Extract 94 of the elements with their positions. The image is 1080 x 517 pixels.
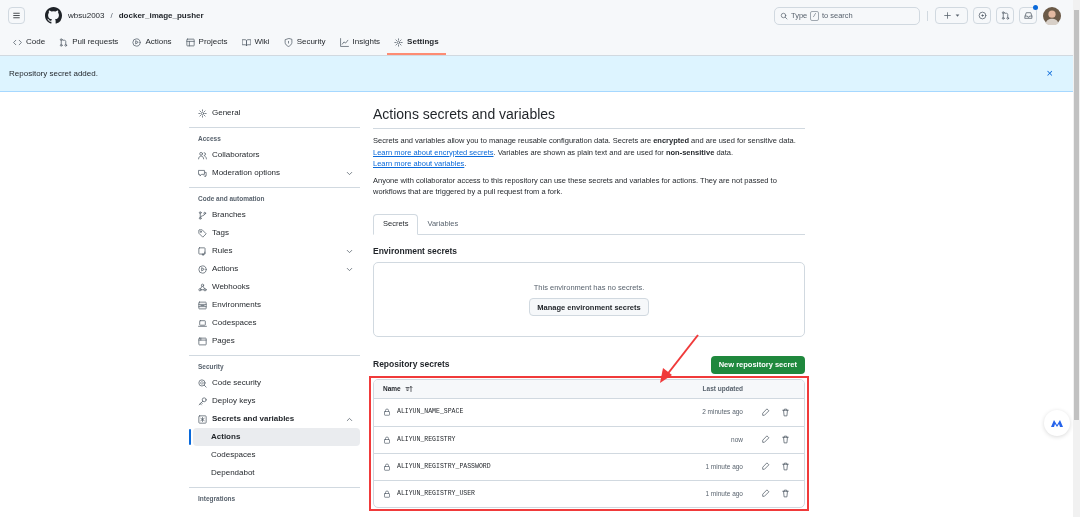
codescan-icon	[198, 378, 207, 388]
issues-button[interactable]	[973, 7, 991, 24]
menu-icon	[12, 11, 21, 20]
rules-icon	[198, 246, 207, 256]
sort-icon	[404, 384, 413, 393]
repo-tab[interactable]: Wiki	[234, 31, 277, 55]
issue-icon	[977, 11, 987, 20]
sidebar-item[interactable]: Secrets and variables	[193, 410, 360, 428]
plus-icon	[943, 11, 952, 20]
pull-request-icon	[1000, 11, 1010, 20]
delete-button[interactable]	[780, 434, 790, 445]
line-graph-icon	[339, 37, 349, 47]
pull-request-icon	[59, 37, 69, 47]
play-circle-icon	[132, 37, 142, 47]
sidebar-item[interactable]: Actions	[193, 260, 360, 278]
sidebar-item[interactable]: Moderation options	[193, 164, 360, 182]
edit-button[interactable]	[760, 407, 770, 417]
inbox-button[interactable]	[1019, 7, 1037, 24]
path-separator: /	[110, 9, 113, 22]
trash-icon	[780, 462, 790, 471]
menu-button[interactable]	[8, 7, 25, 24]
sidebar-item[interactable]: Branches	[193, 206, 360, 224]
pencil-icon	[760, 407, 770, 417]
comment-icon	[198, 168, 207, 178]
settings-icon	[394, 37, 404, 47]
lock-icon	[383, 489, 391, 498]
sidebar-item[interactable]: Codespaces	[193, 314, 360, 332]
page-title: Actions secrets and variables	[373, 104, 805, 129]
table-icon	[185, 37, 195, 47]
create-menu-button[interactable]	[935, 7, 968, 24]
people-icon	[198, 150, 207, 160]
edit-button[interactable]	[760, 461, 770, 472]
edit-button[interactable]	[760, 434, 770, 445]
sidebar-item[interactable]: Collaborators	[193, 146, 360, 164]
lock-icon	[383, 435, 391, 444]
pencil-icon	[760, 435, 770, 444]
delete-button[interactable]	[780, 461, 790, 472]
branch-icon	[198, 210, 207, 220]
pencil-icon	[760, 462, 770, 471]
repo-tab[interactable]: Security	[276, 31, 333, 55]
sidebar-item[interactable]: Dependabot	[193, 464, 360, 482]
sidebar-item[interactable]: Codespaces	[193, 446, 360, 464]
inbox-icon	[1023, 11, 1033, 20]
shield-icon	[283, 37, 293, 47]
edit-button[interactable]	[760, 488, 770, 499]
sidebar-item[interactable]: Rules	[193, 242, 360, 260]
repo-link[interactable]: docker_image_pusher	[118, 9, 204, 22]
delete-button[interactable]	[780, 488, 790, 499]
trash-icon	[780, 435, 790, 444]
close-button[interactable]: ×	[1046, 68, 1053, 79]
repo-tab[interactable]: Insights	[332, 31, 388, 55]
tag-icon	[198, 228, 207, 238]
sidebar-item[interactable]: Tags	[193, 224, 360, 242]
section-heading: Repository secrets	[373, 358, 450, 371]
browser-icon	[198, 336, 207, 346]
pull-requests-button[interactable]	[996, 7, 1014, 24]
lock-icon	[383, 408, 391, 416]
annotation-arrow	[658, 334, 700, 384]
repo-tab[interactable]: Code	[6, 31, 53, 55]
repo-tab[interactable]: Pull requests	[52, 31, 126, 55]
mountain-icon	[1051, 419, 1063, 427]
sidebar-item[interactable]: Deploy keys	[193, 392, 360, 410]
webhook-icon	[198, 282, 207, 292]
sidebar-item[interactable]: Actions	[193, 428, 360, 446]
server-icon	[198, 300, 207, 310]
sidebar-item[interactable]: Code security	[193, 374, 360, 392]
sidebar-item[interactable]: Environments	[193, 296, 360, 314]
laptop-icon	[198, 318, 207, 328]
key-icon	[198, 396, 207, 406]
lock-icon	[383, 462, 391, 471]
selection-indicator	[189, 429, 191, 445]
delete-button[interactable]	[780, 407, 790, 417]
avatar[interactable]	[1043, 6, 1061, 25]
sidebar-item[interactable]: General	[193, 104, 360, 122]
search-icon	[780, 11, 788, 20]
octocat-logo-icon[interactable]	[45, 7, 62, 24]
repo-tab[interactable]: Actions	[125, 31, 179, 55]
floating-assistant-button[interactable]	[1044, 410, 1070, 436]
book-icon	[241, 37, 251, 47]
code-icon	[13, 37, 22, 47]
flash-message: Repository secret added.	[9, 67, 98, 80]
caret-icon	[955, 13, 960, 18]
asterisk-box-icon	[198, 414, 207, 424]
owner-link[interactable]: wbsu2003	[68, 9, 105, 22]
section-heading: Environment secrets	[373, 244, 459, 257]
repo-tab[interactable]: Projects	[178, 31, 235, 55]
pencil-icon	[760, 489, 770, 498]
sidebar-item[interactable]: Webhooks	[193, 278, 360, 296]
sidebar-item[interactable]: Pages	[193, 332, 360, 350]
trash-icon	[780, 407, 790, 417]
settings-icon	[198, 108, 207, 118]
scrollbar[interactable]	[1073, 0, 1080, 517]
play-circle-icon	[198, 264, 207, 274]
trash-icon	[780, 489, 790, 498]
